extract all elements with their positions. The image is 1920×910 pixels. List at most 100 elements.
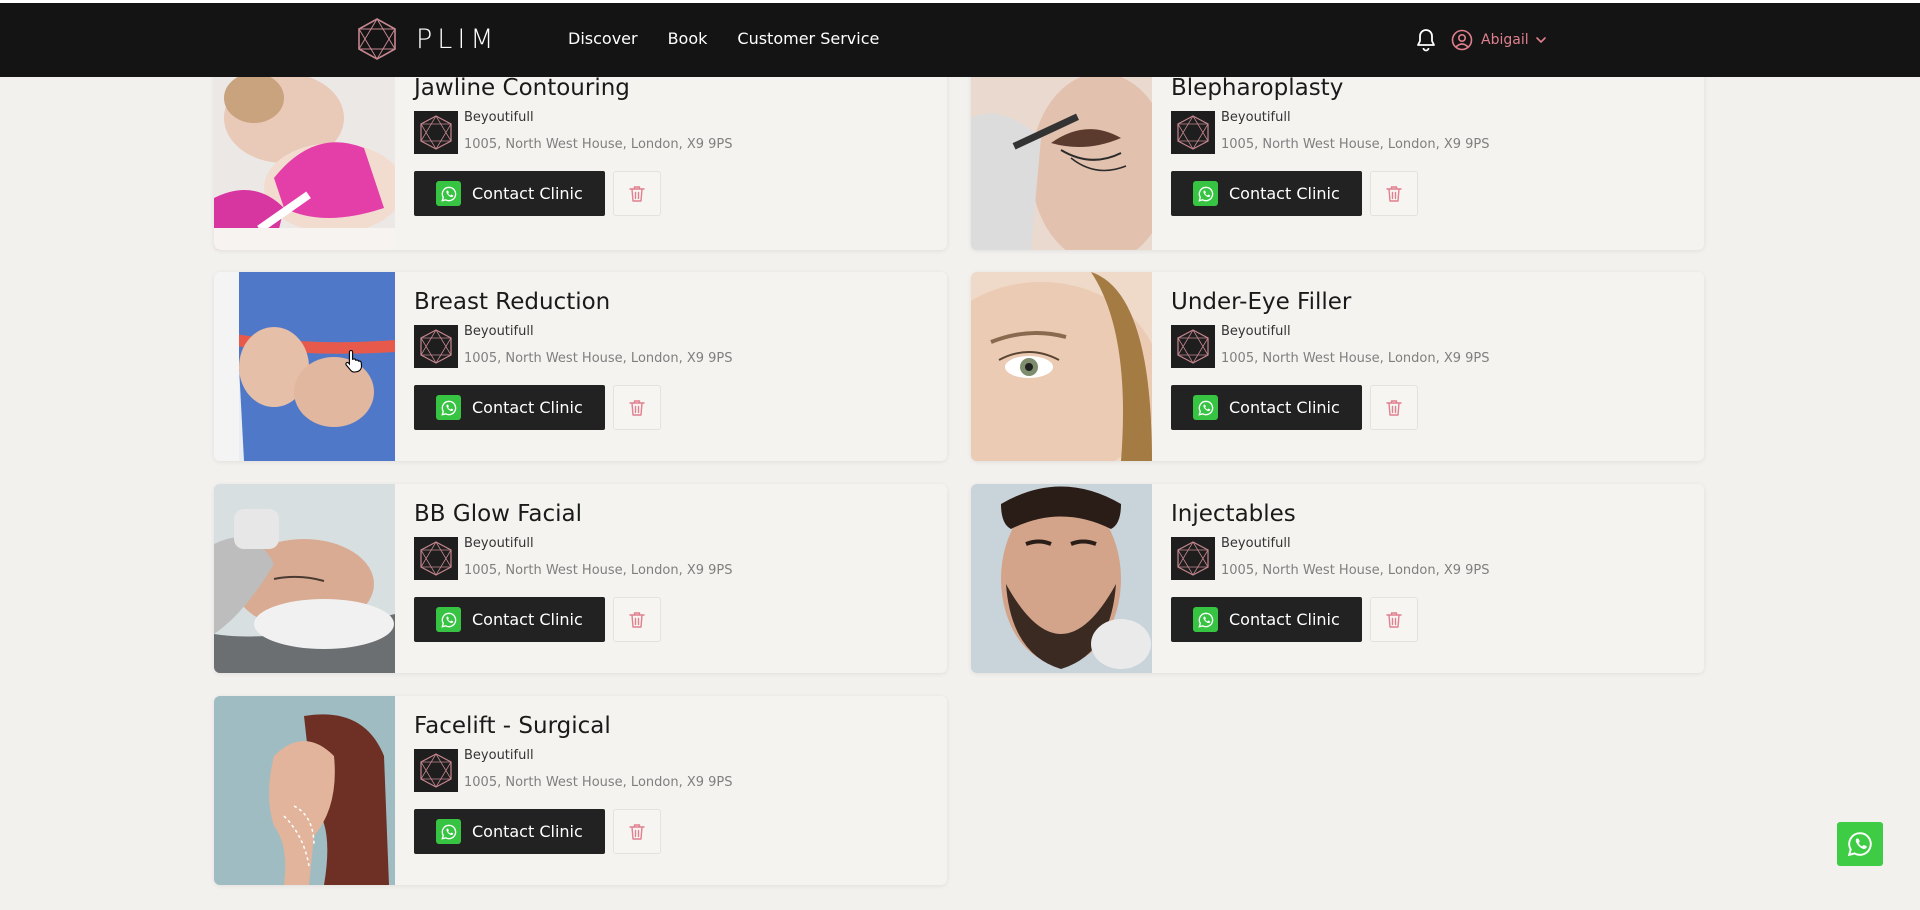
treatment-body: Injectables Beyoutifull 1005, North West…	[1171, 484, 1704, 673]
contact-clinic-label: Contact Clinic	[472, 398, 583, 417]
clinic-address: 1005, North West House, London, X9 9PS	[464, 563, 733, 578]
delete-button[interactable]	[613, 385, 661, 430]
treatment-card: Facelift - Surgical Beyoutifull 1005, No…	[214, 696, 947, 885]
trash-icon	[1386, 399, 1402, 416]
treatment-body: Under-Eye Filler Beyoutifull 1005, North…	[1171, 272, 1704, 461]
treatment-card: Breast Reduction Beyoutifull 1005, North…	[214, 272, 947, 461]
treatment-card: Jawline Contouring Beyoutifull 1005, Nor…	[214, 58, 947, 250]
contact-clinic-label: Contact Clinic	[472, 822, 583, 841]
delete-button[interactable]	[1370, 597, 1418, 642]
clinic-name[interactable]: Beyoutifull	[464, 324, 534, 339]
contact-clinic-button[interactable]: Contact Clinic	[414, 385, 605, 430]
clinic-name[interactable]: Beyoutifull	[464, 536, 534, 551]
brand-logo[interactable]: PLIM	[356, 17, 499, 61]
contact-clinic-button[interactable]: Contact Clinic	[414, 171, 605, 216]
treatment-title[interactable]: Injectables	[1171, 501, 1296, 527]
clinic-address: 1005, North West House, London, X9 9PS	[464, 137, 733, 152]
clinic-logo	[1171, 537, 1215, 580]
header-actions: Abigail	[1415, 28, 1547, 52]
contact-clinic-label: Contact Clinic	[472, 184, 583, 203]
brand-name: PLIM	[416, 23, 499, 55]
clinic-address: 1005, North West House, London, X9 9PS	[464, 775, 733, 790]
clinic-address: 1005, North West House, London, X9 9PS	[1221, 137, 1490, 152]
treatment-image	[971, 272, 1152, 461]
delete-button[interactable]	[613, 809, 661, 854]
treatment-body: Blepharoplasty Beyoutifull 1005, North W…	[1171, 58, 1704, 250]
whatsapp-icon	[1847, 832, 1872, 857]
user-circle-icon	[1451, 29, 1473, 51]
treatment-card: Blepharoplasty Beyoutifull 1005, North W…	[971, 58, 1704, 250]
treatment-card: BB Glow Facial Beyoutifull 1005, North W…	[214, 484, 947, 673]
treatment-image	[214, 58, 395, 250]
contact-clinic-label: Contact Clinic	[1229, 398, 1340, 417]
clinic-name[interactable]: Beyoutifull	[464, 110, 534, 125]
contact-clinic-button[interactable]: Contact Clinic	[1171, 597, 1362, 642]
whatsapp-icon	[1193, 181, 1218, 206]
trash-icon	[629, 823, 645, 840]
hand-cursor-icon	[345, 349, 363, 373]
treatment-image	[971, 58, 1152, 250]
treatment-image	[214, 696, 395, 885]
trash-icon	[1386, 611, 1402, 628]
trash-icon	[629, 611, 645, 628]
delete-button[interactable]	[1370, 385, 1418, 430]
clinic-logo	[414, 325, 458, 368]
treatment-title[interactable]: Facelift - Surgical	[414, 713, 611, 739]
treatment-list: Jawline Contouring Beyoutifull 1005, Nor…	[0, 0, 1920, 910]
treatment-card: Injectables Beyoutifull 1005, North West…	[971, 484, 1704, 673]
clinic-logo	[414, 111, 458, 154]
trash-icon	[629, 399, 645, 416]
delete-button[interactable]	[613, 171, 661, 216]
clinic-name[interactable]: Beyoutifull	[1221, 536, 1291, 551]
contact-clinic-button[interactable]: Contact Clinic	[414, 597, 605, 642]
clinic-address: 1005, North West House, London, X9 9PS	[464, 351, 733, 366]
contact-clinic-button[interactable]: Contact Clinic	[1171, 385, 1362, 430]
trash-icon	[629, 185, 645, 202]
treatment-image	[214, 272, 395, 461]
contact-clinic-label: Contact Clinic	[1229, 184, 1340, 203]
treatment-title[interactable]: Under-Eye Filler	[1171, 289, 1351, 315]
clinic-logo	[414, 537, 458, 580]
treatment-image	[971, 484, 1152, 673]
main-nav: Discover Book Customer Service	[568, 29, 879, 48]
treatment-image	[214, 484, 395, 673]
nav-customer-service[interactable]: Customer Service	[737, 29, 879, 48]
user-menu[interactable]: Abigail	[1451, 29, 1547, 51]
whatsapp-icon	[436, 395, 461, 420]
whatsapp-icon	[1193, 607, 1218, 632]
hexagon-logo-icon	[358, 18, 396, 60]
whatsapp-icon	[436, 607, 461, 632]
treatment-title[interactable]: Blepharoplasty	[1171, 75, 1343, 101]
contact-clinic-button[interactable]: Contact Clinic	[414, 809, 605, 854]
contact-clinic-button[interactable]: Contact Clinic	[1171, 171, 1362, 216]
clinic-logo	[1171, 111, 1215, 154]
clinic-logo	[414, 749, 458, 792]
trash-icon	[1386, 185, 1402, 202]
clinic-name[interactable]: Beyoutifull	[1221, 110, 1291, 125]
treatment-title[interactable]: Jawline Contouring	[414, 75, 630, 101]
top-navigation-bar: PLIM Discover Book Customer Service Abig…	[0, 0, 1920, 77]
clinic-logo	[1171, 325, 1215, 368]
clinic-address: 1005, North West House, London, X9 9PS	[1221, 563, 1490, 578]
treatment-body: BB Glow Facial Beyoutifull 1005, North W…	[414, 484, 947, 673]
clinic-address: 1005, North West House, London, X9 9PS	[1221, 351, 1490, 366]
treatment-body: Facelift - Surgical Beyoutifull 1005, No…	[414, 696, 947, 885]
treatment-title[interactable]: BB Glow Facial	[414, 501, 582, 527]
whatsapp-chat-button[interactable]	[1837, 822, 1883, 866]
treatment-card: Under-Eye Filler Beyoutifull 1005, North…	[971, 272, 1704, 461]
delete-button[interactable]	[1370, 171, 1418, 216]
contact-clinic-label: Contact Clinic	[472, 610, 583, 629]
clinic-name[interactable]: Beyoutifull	[1221, 324, 1291, 339]
whatsapp-icon	[1193, 395, 1218, 420]
nav-book[interactable]: Book	[668, 29, 708, 48]
user-name: Abigail	[1481, 32, 1529, 48]
treatment-body: Jawline Contouring Beyoutifull 1005, Nor…	[414, 58, 947, 250]
treatment-body: Breast Reduction Beyoutifull 1005, North…	[414, 272, 947, 461]
clinic-name[interactable]: Beyoutifull	[464, 748, 534, 763]
chevron-down-icon	[1535, 37, 1546, 43]
delete-button[interactable]	[613, 597, 661, 642]
treatment-title[interactable]: Breast Reduction	[414, 289, 610, 315]
bell-icon[interactable]	[1415, 28, 1437, 52]
nav-discover[interactable]: Discover	[568, 29, 638, 48]
contact-clinic-label: Contact Clinic	[1229, 610, 1340, 629]
